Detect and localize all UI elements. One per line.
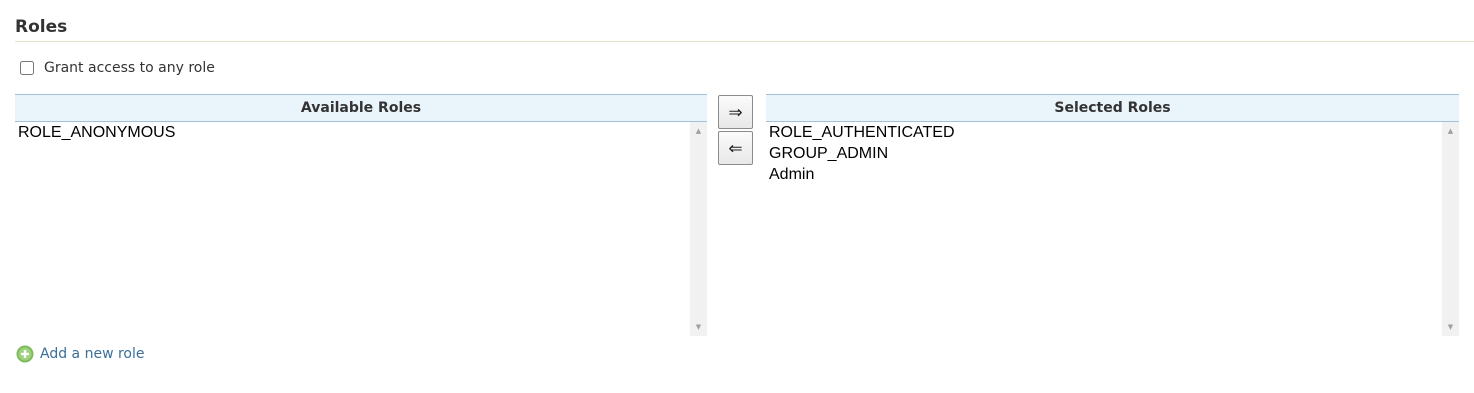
available-roles-scrollbar[interactable]: ▲ ▼ xyxy=(690,122,707,336)
grant-any-role-label: Grant access to any role xyxy=(44,60,215,76)
available-roles-header: Available Roles xyxy=(15,94,707,122)
role-option[interactable]: GROUP_ADMIN xyxy=(769,143,1439,164)
role-option[interactable]: ROLE_ANONYMOUS xyxy=(18,122,687,143)
role-option[interactable]: Admin xyxy=(769,164,1439,185)
available-roles-panel: Available Roles ROLE_ANONYMOUS ▲ ▼ xyxy=(15,94,707,336)
plus-circle-icon xyxy=(16,345,34,363)
selected-roles-header: Selected Roles xyxy=(766,94,1459,122)
title-divider xyxy=(15,41,1474,42)
selected-roles-scrollbar[interactable]: ▲ ▼ xyxy=(1442,122,1459,336)
add-role-button[interactable]: ⇒ xyxy=(718,95,753,129)
grant-any-role[interactable]: Grant access to any role xyxy=(18,60,215,76)
scroll-down-arrow-icon[interactable]: ▼ xyxy=(1442,320,1459,334)
scroll-up-arrow-icon[interactable]: ▲ xyxy=(690,124,707,138)
section-title: Roles xyxy=(15,17,68,37)
selected-roles-list[interactable]: ROLE_AUTHENTICATED GROUP_ADMIN Admin ▲ ▼ xyxy=(766,122,1459,336)
available-roles-list[interactable]: ROLE_ANONYMOUS ▲ ▼ xyxy=(15,122,707,336)
grant-any-role-checkbox[interactable] xyxy=(20,61,34,75)
add-new-role-link[interactable]: Add a new role xyxy=(16,345,145,363)
add-new-role-label: Add a new role xyxy=(40,346,145,362)
selected-roles-panel: Selected Roles ROLE_AUTHENTICATED GROUP_A… xyxy=(766,94,1459,336)
scroll-up-arrow-icon[interactable]: ▲ xyxy=(1442,124,1459,138)
remove-role-button[interactable]: ⇐ xyxy=(718,131,753,165)
scroll-down-arrow-icon[interactable]: ▼ xyxy=(690,320,707,334)
role-option[interactable]: ROLE_AUTHENTICATED xyxy=(769,122,1439,143)
